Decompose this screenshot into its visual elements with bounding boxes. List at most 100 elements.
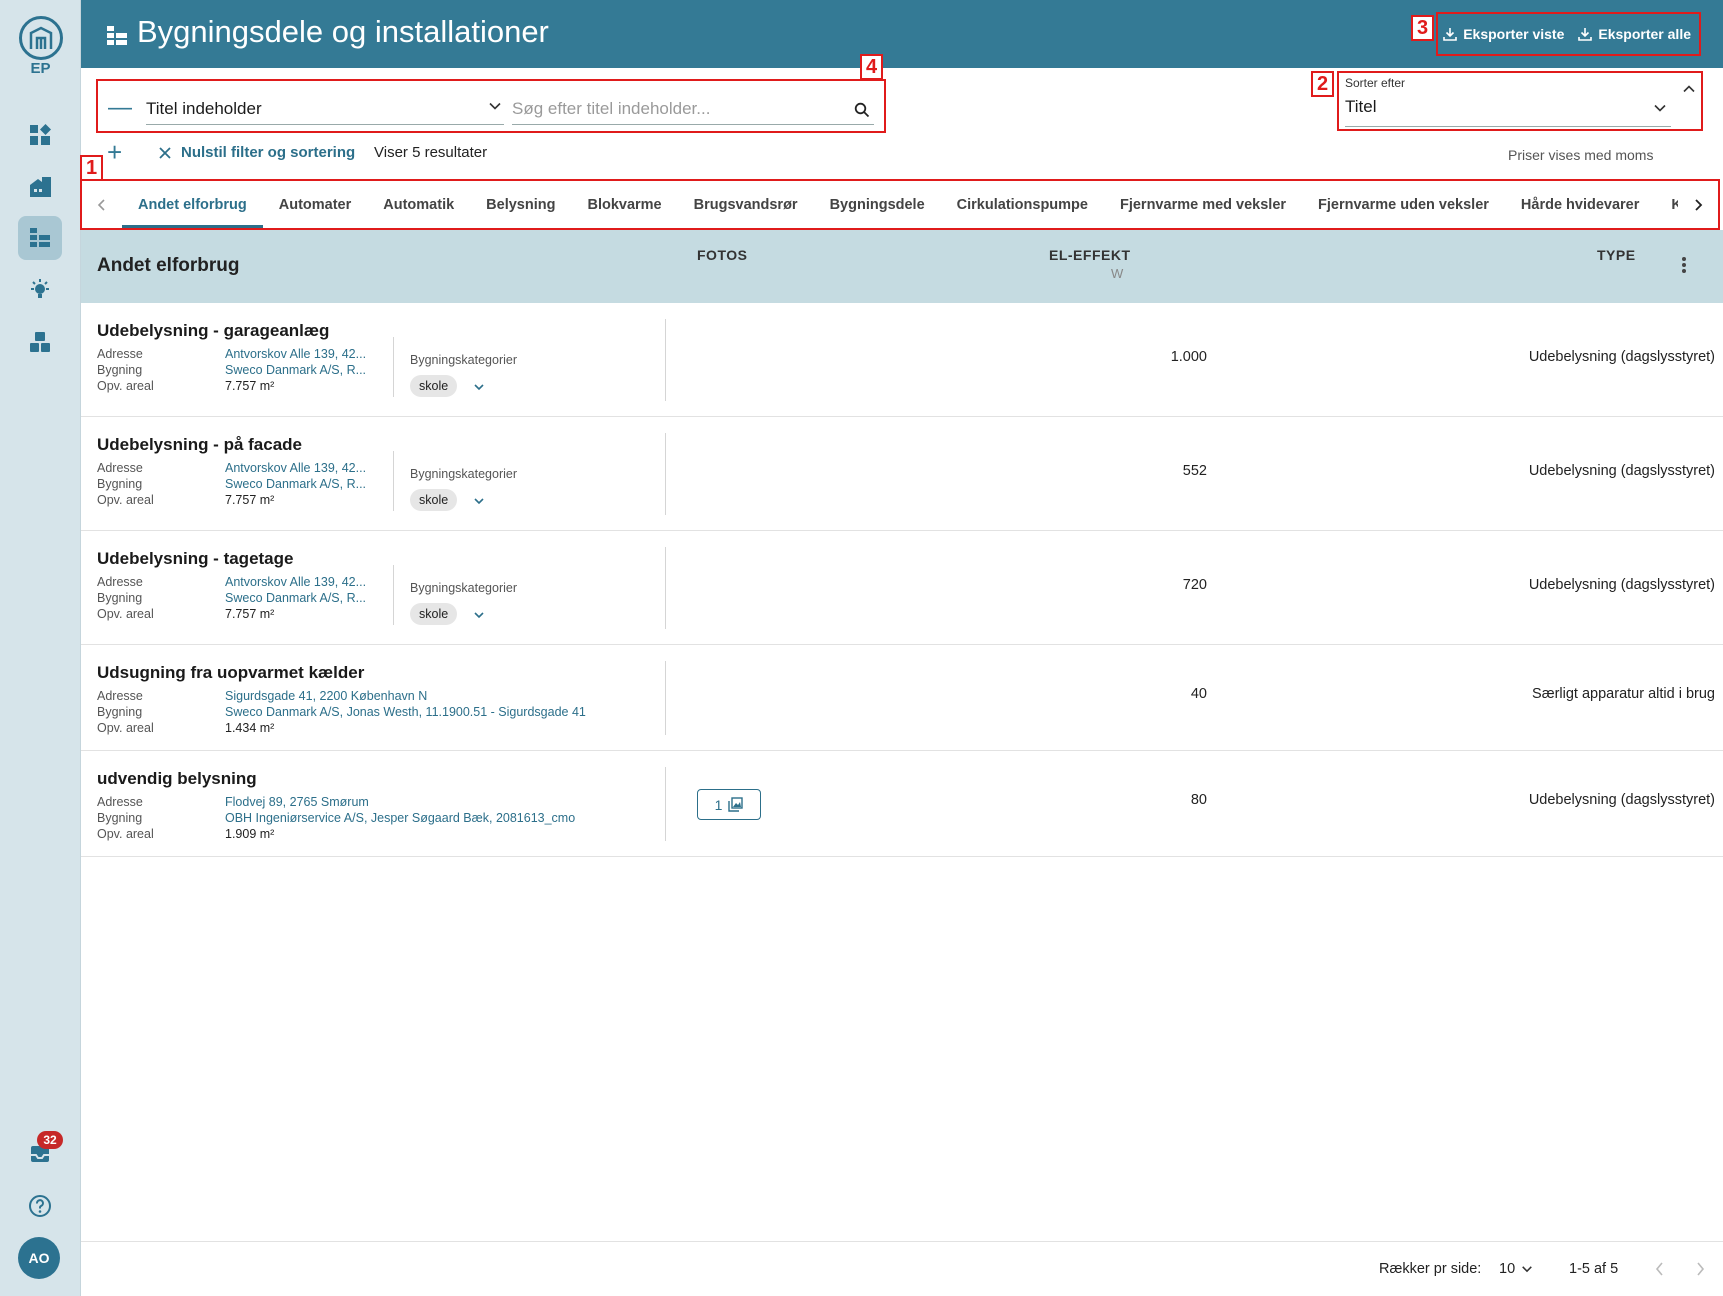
tab-item[interactable]: Blokvarme xyxy=(571,181,677,228)
tab-item[interactable]: Andet elforbrug xyxy=(122,181,263,228)
reset-filter-button[interactable]: Nulstil filter og sortering xyxy=(159,144,355,161)
building-label: Bygning xyxy=(97,705,143,719)
tab-item[interactable]: Cirkulationspumpe xyxy=(941,181,1104,228)
pagination-bar: Rækker pr side: 10 1-5 af 5 xyxy=(81,1241,1723,1296)
address-link[interactable]: Sigurdsgade 41, 2200 København N xyxy=(225,689,427,703)
address-link[interactable]: Antvorskov Alle 139, 42... xyxy=(225,461,366,475)
tab-item[interactable]: Fjernvarme uden veksler xyxy=(1302,181,1505,228)
tab-item[interactable]: Brugsvandsrør xyxy=(678,181,814,228)
chevron-down-icon[interactable] xyxy=(473,381,485,393)
search-icon xyxy=(854,102,870,118)
column-divider xyxy=(665,661,666,735)
table-row[interactable]: Udsugning fra uopvarmet kælder Adresse Byg… xyxy=(81,645,1723,751)
rows-per-page-select[interactable]: 10 xyxy=(1499,1261,1533,1277)
row-title: udvendig belysning xyxy=(97,769,257,788)
filter-field-select[interactable]: Titel indeholder xyxy=(146,93,504,125)
table-row[interactable]: Udebelysning - garageanlæg Adresse Bygning… xyxy=(81,303,1723,417)
logo-text: EP xyxy=(30,60,51,77)
chevron-down-icon xyxy=(489,102,501,110)
address-link[interactable]: Antvorskov Alle 139, 42... xyxy=(225,575,366,589)
column-power-unit: W xyxy=(1111,266,1124,281)
address-link[interactable]: Flodvej 89, 2765 Smørum xyxy=(225,795,369,809)
building-parts-icon xyxy=(105,25,129,52)
building-label: Bygning xyxy=(97,811,143,825)
column-divider xyxy=(665,547,666,629)
filter-search-input[interactable]: Søg efter titel indeholder... xyxy=(512,93,874,125)
tabs-scroll-right-button[interactable] xyxy=(1678,198,1718,211)
price-note: Priser vises med moms xyxy=(1508,147,1654,163)
tab-item[interactable]: Automatik xyxy=(367,181,470,228)
rows-per-page-label: Rækker pr side: xyxy=(1379,1261,1482,1277)
nav-lightbulb-icon[interactable] xyxy=(18,268,62,312)
chevron-down-icon[interactable] xyxy=(473,495,485,507)
export-group: Eksporter viste Eksporter alle xyxy=(1436,12,1701,56)
tab-item[interactable]: Belysning xyxy=(470,181,571,228)
next-page-icon[interactable] xyxy=(1695,1262,1705,1276)
annotation-label-3: 3 xyxy=(1411,15,1435,41)
tab-item[interactable]: Hårde hvidevarer xyxy=(1505,181,1655,228)
table-row[interactable]: Udebelysning - på facade Adresse Bygning Op… xyxy=(81,417,1723,531)
column-divider xyxy=(665,319,666,401)
category-label: Bygningskategorier xyxy=(410,467,518,481)
building-link[interactable]: OBH Ingeniørservice A/S, Jesper Søgaard … xyxy=(225,811,575,825)
power-value: 40 xyxy=(1190,686,1207,702)
export-all-button[interactable]: Eksporter alle xyxy=(1578,26,1691,42)
sort-label: Sorter efter xyxy=(1345,76,1406,90)
annotation-label-1: 1 xyxy=(80,155,104,181)
annotation-label-2: 2 xyxy=(1311,71,1335,97)
category-tabs: Andet elforbrug Automater Automatik Belysni… xyxy=(80,179,1720,230)
row-title: Udsugning fra uopvarmet kælder xyxy=(97,663,365,682)
building-link[interactable]: Sweco Danmark A/S, R... xyxy=(225,363,366,377)
app-logo[interactable] xyxy=(19,16,63,60)
column-type: TYPE xyxy=(1597,247,1636,263)
type-value: Særligt apparatur altid i brug xyxy=(1532,686,1715,702)
chevron-up-icon[interactable] xyxy=(1682,82,1696,96)
building-link[interactable]: Sweco Danmark A/S, R... xyxy=(225,591,366,605)
annotation-label-4: 4 xyxy=(860,54,884,80)
tab-item[interactable]: Fjernvarme med veksler xyxy=(1104,181,1302,228)
tabs-scroll-left-button[interactable] xyxy=(82,198,122,211)
area-label: Opv. areal xyxy=(97,493,154,507)
category-chip: skole xyxy=(410,375,458,397)
chevron-right-icon xyxy=(1695,198,1703,211)
filter-search-placeholder: Søg efter titel indeholder... xyxy=(512,99,711,118)
export-all-label: Eksporter alle xyxy=(1598,26,1691,42)
previous-page-icon[interactable] xyxy=(1655,1262,1665,1276)
export-shown-button[interactable]: Eksporter viste xyxy=(1443,26,1564,42)
sort-select[interactable]: Titel xyxy=(1345,97,1671,127)
user-avatar[interactable]: AO xyxy=(18,1237,60,1279)
table-header: Andet elforbrug FOTOS EL-EFFEKT W TYPE xyxy=(81,230,1723,303)
power-value: 80 xyxy=(1190,792,1207,808)
building-link[interactable]: Sweco Danmark A/S, Jonas Westh, 11.1900.… xyxy=(225,705,586,719)
filter-field-value: Titel indeholder xyxy=(146,99,262,118)
tab-item[interactable]: Bygningsdele xyxy=(814,181,941,228)
building-link[interactable]: Sweco Danmark A/S, R... xyxy=(225,477,366,491)
remove-filter-button[interactable]: — xyxy=(108,94,132,122)
area-value: 7.757 m² xyxy=(225,379,275,393)
nav-building-parts-icon[interactable] xyxy=(18,216,62,260)
nav-dashboard-icon[interactable] xyxy=(18,113,62,157)
tab-item[interactable]: Automater xyxy=(263,181,368,228)
table-row[interactable]: udvendig belysning Adresse Bygning Opv. are… xyxy=(81,751,1723,857)
close-icon xyxy=(159,146,171,159)
tab-item[interactable]: Kedel xyxy=(1655,181,1678,228)
photos-button[interactable]: 1 xyxy=(697,789,761,820)
nav-buildings-icon[interactable] xyxy=(18,165,62,209)
type-value: Udebelysning (dagslysstyret) xyxy=(1528,792,1715,808)
more-options-icon[interactable] xyxy=(1681,256,1687,274)
address-link[interactable]: Antvorskov Alle 139, 42... xyxy=(225,347,366,361)
nav-modules-icon[interactable] xyxy=(18,320,62,364)
add-filter-button[interactable]: + xyxy=(107,139,122,165)
area-label: Opv. areal xyxy=(97,721,154,735)
building-label: Bygning xyxy=(97,363,143,377)
help-icon[interactable] xyxy=(18,1184,62,1228)
row-title: Udebelysning - garageanlæg xyxy=(97,321,330,340)
table-row[interactable]: Udebelysning - tagetage Adresse Bygning Opv… xyxy=(81,531,1723,645)
chevron-down-icon[interactable] xyxy=(473,609,485,621)
column-divider xyxy=(665,767,666,841)
area-value: 7.757 m² xyxy=(225,493,275,507)
column-divider xyxy=(665,433,666,515)
download-icon xyxy=(1578,28,1593,41)
chevron-left-icon xyxy=(97,198,105,211)
sort-value: Titel xyxy=(1345,97,1377,116)
